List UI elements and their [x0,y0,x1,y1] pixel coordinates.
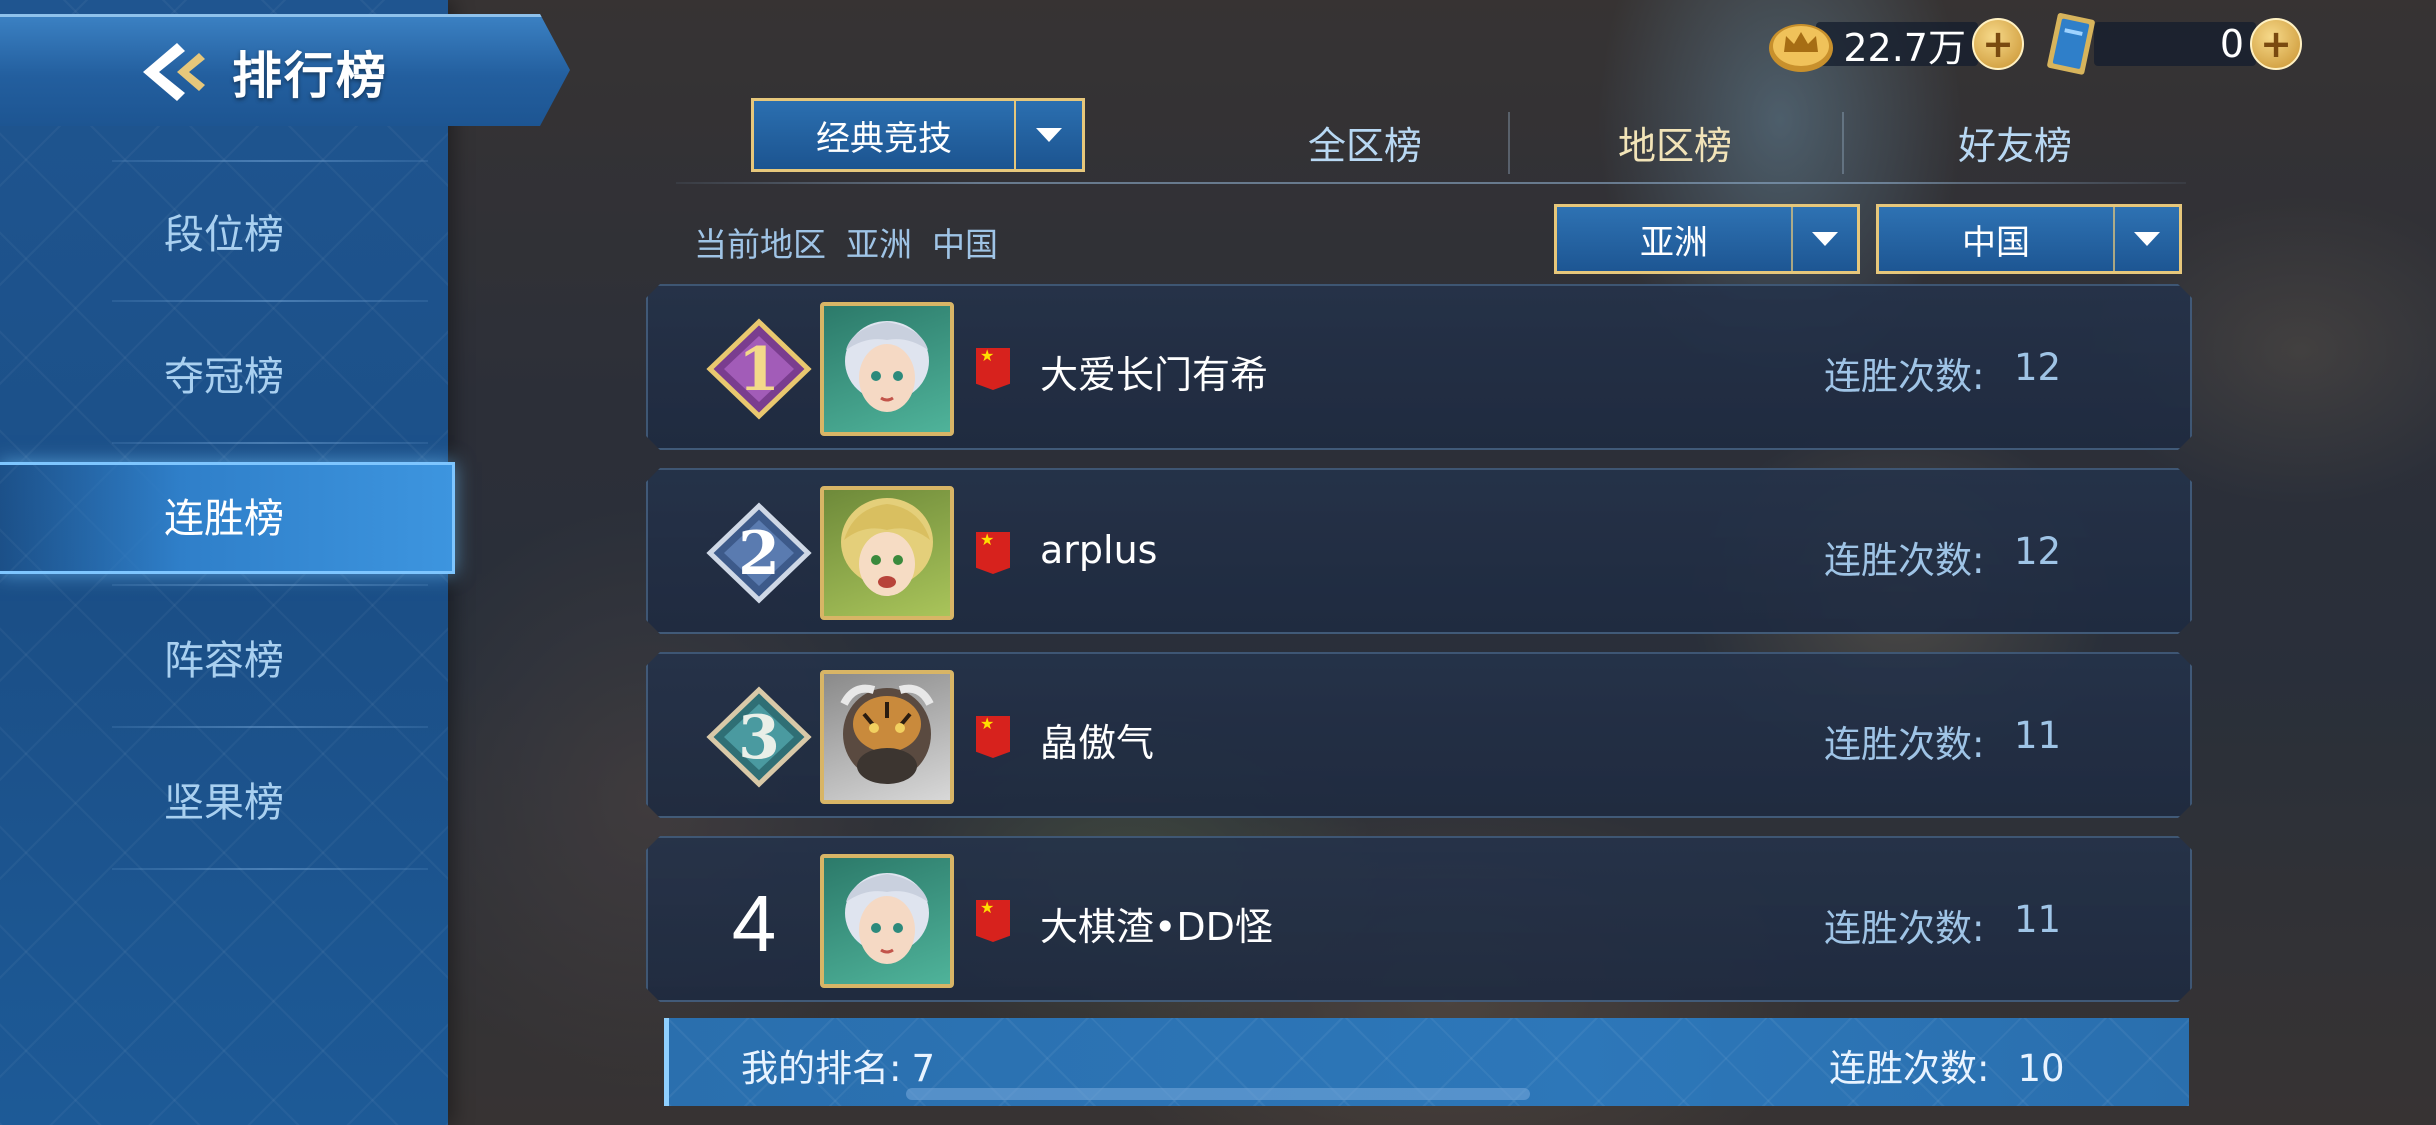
region-dropdown[interactable]: 亚洲 [1554,204,1860,274]
sidebar-item-label: 坚果榜 [164,780,284,826]
ticket-card-icon [2047,13,2095,75]
current-region-value: 亚洲 [846,225,912,264]
streak-label: 连胜次数: [1824,539,1985,582]
player-name: 大棋渣•DD怪 [1040,905,1273,949]
back-button[interactable] [128,30,218,114]
avatar[interactable] [820,854,954,988]
ticket-amount: 0 [2094,22,2256,66]
country-dropdown-value: 中国 [1962,222,2030,263]
player-name: 皛傲气 [1040,721,1155,765]
my-rank-text: 我的排名: 7 [741,1038,935,1092]
current-region-info: 当前地区 亚洲 中国 [694,218,1018,266]
sidebar-item-label: 夺冠榜 [164,354,284,400]
player-name: 大爱长门有希 [1040,353,1269,397]
ranking-row[interactable]: 2 arplus 连胜次数: 12 [646,468,2192,634]
rank-number: 2 [738,519,780,589]
mode-dropdown-value: 经典竞技 [816,118,952,159]
gold-amount: 22.7万 [1816,22,1978,70]
region-dropdown-toggle[interactable] [1791,207,1857,271]
rank-2-badge-icon: 2 [704,500,814,606]
player-name: arplus [1040,528,1158,572]
page-title: 排行榜 [232,47,388,105]
chevron-down-icon [1036,128,1062,142]
gold-currency: 22.7万 + [1766,14,2024,74]
sidebar-item-label: 连胜榜 [164,496,284,542]
sidebar-item-champion[interactable]: 夺冠榜 [0,302,448,444]
china-flag-icon [976,716,1010,758]
streak-label: 连胜次数: [1824,907,1985,950]
tiger-warrior-avatar-icon [824,674,950,800]
my-streak-label: 连胜次数: [1829,1047,1990,1090]
ticket-currency: 0 + [2040,13,2302,75]
my-rank-label: 我的排名: [741,1047,902,1090]
current-region-label: 当前地区 [694,225,826,264]
sidebar-item-tier[interactable]: 段位榜 [0,160,448,302]
chevron-down-icon [1812,232,1838,246]
mode-dropdown-toggle[interactable] [1014,101,1082,169]
streak-value: 12 [2014,346,2062,389]
rank-1-badge-icon: 1 [704,316,814,422]
plus-icon: + [1982,22,2014,66]
elf-avatar-icon [824,306,950,432]
tab-separator [1508,112,1510,174]
rank-number: 1 [738,335,780,405]
ranking-row[interactable]: 3 皛傲气 连胜次数: 11 [646,652,2192,818]
blonde-elf-avatar-icon [824,490,950,616]
rank-number: 4 [731,879,777,968]
chevron-down-icon [2134,232,2160,246]
plus-icon: + [2260,22,2292,66]
my-streak-value: 10 [2017,1047,2065,1090]
country-dropdown[interactable]: 中国 [1876,204,2182,274]
china-flag-icon [976,900,1010,942]
tab-friends[interactable]: 好友榜 [1940,112,2090,172]
sidebar-item-nut[interactable]: 坚果榜 [0,728,448,870]
avatar[interactable] [820,670,954,804]
ranking-row[interactable]: 4 大棋渣•DD怪 连胜次数: 11 [646,836,2192,1002]
streak-value: 11 [2014,898,2062,941]
my-streak: 连胜次数: 10 [1829,1038,2065,1092]
china-flag-icon [976,532,1010,574]
avatar[interactable] [820,486,954,620]
sidebar-item-label: 段位榜 [164,212,284,258]
elf-avatar-icon [824,858,950,984]
mode-dropdown[interactable]: 经典竞技 [751,98,1085,172]
tabs-divider [676,182,2186,184]
china-flag-icon [976,348,1010,390]
ranking-row[interactable]: 1 大爱长门有希 连胜次数: 12 [646,284,2192,450]
country-dropdown-toggle[interactable] [2113,207,2179,271]
rank-3-badge-icon: 3 [704,684,814,790]
tab-area[interactable]: 地区榜 [1600,112,1750,172]
add-ticket-button[interactable]: + [2250,18,2302,70]
sidebar-item-win-streak[interactable]: 连胜榜 [0,444,455,586]
scrollbar[interactable] [906,1088,1530,1100]
my-rank-value: 7 [911,1047,936,1090]
tab-separator [1842,112,1844,174]
sidebar: 段位榜 夺冠榜 连胜榜 阵容榜 坚果榜 [0,0,455,1125]
streak-value: 12 [2014,530,2062,573]
streak-label: 连胜次数: [1824,723,1985,766]
streak-label: 连胜次数: [1824,355,1985,398]
tab-all-region[interactable]: 全区榜 [1290,112,1440,172]
rank-number: 3 [738,703,780,773]
add-gold-button[interactable]: + [1972,18,2024,70]
crown-coin-icon [1769,24,1833,72]
sidebar-menu: 段位榜 夺冠榜 连胜榜 阵容榜 坚果榜 [0,160,455,870]
region-dropdown-value: 亚洲 [1640,222,1708,263]
sidebar-item-label: 阵容榜 [164,638,284,684]
back-arrow-icon [143,43,205,101]
sidebar-item-lineup[interactable]: 阵容榜 [0,586,448,728]
current-country-value: 中国 [932,225,998,264]
streak-value: 11 [2014,714,2062,757]
avatar[interactable] [820,302,954,436]
